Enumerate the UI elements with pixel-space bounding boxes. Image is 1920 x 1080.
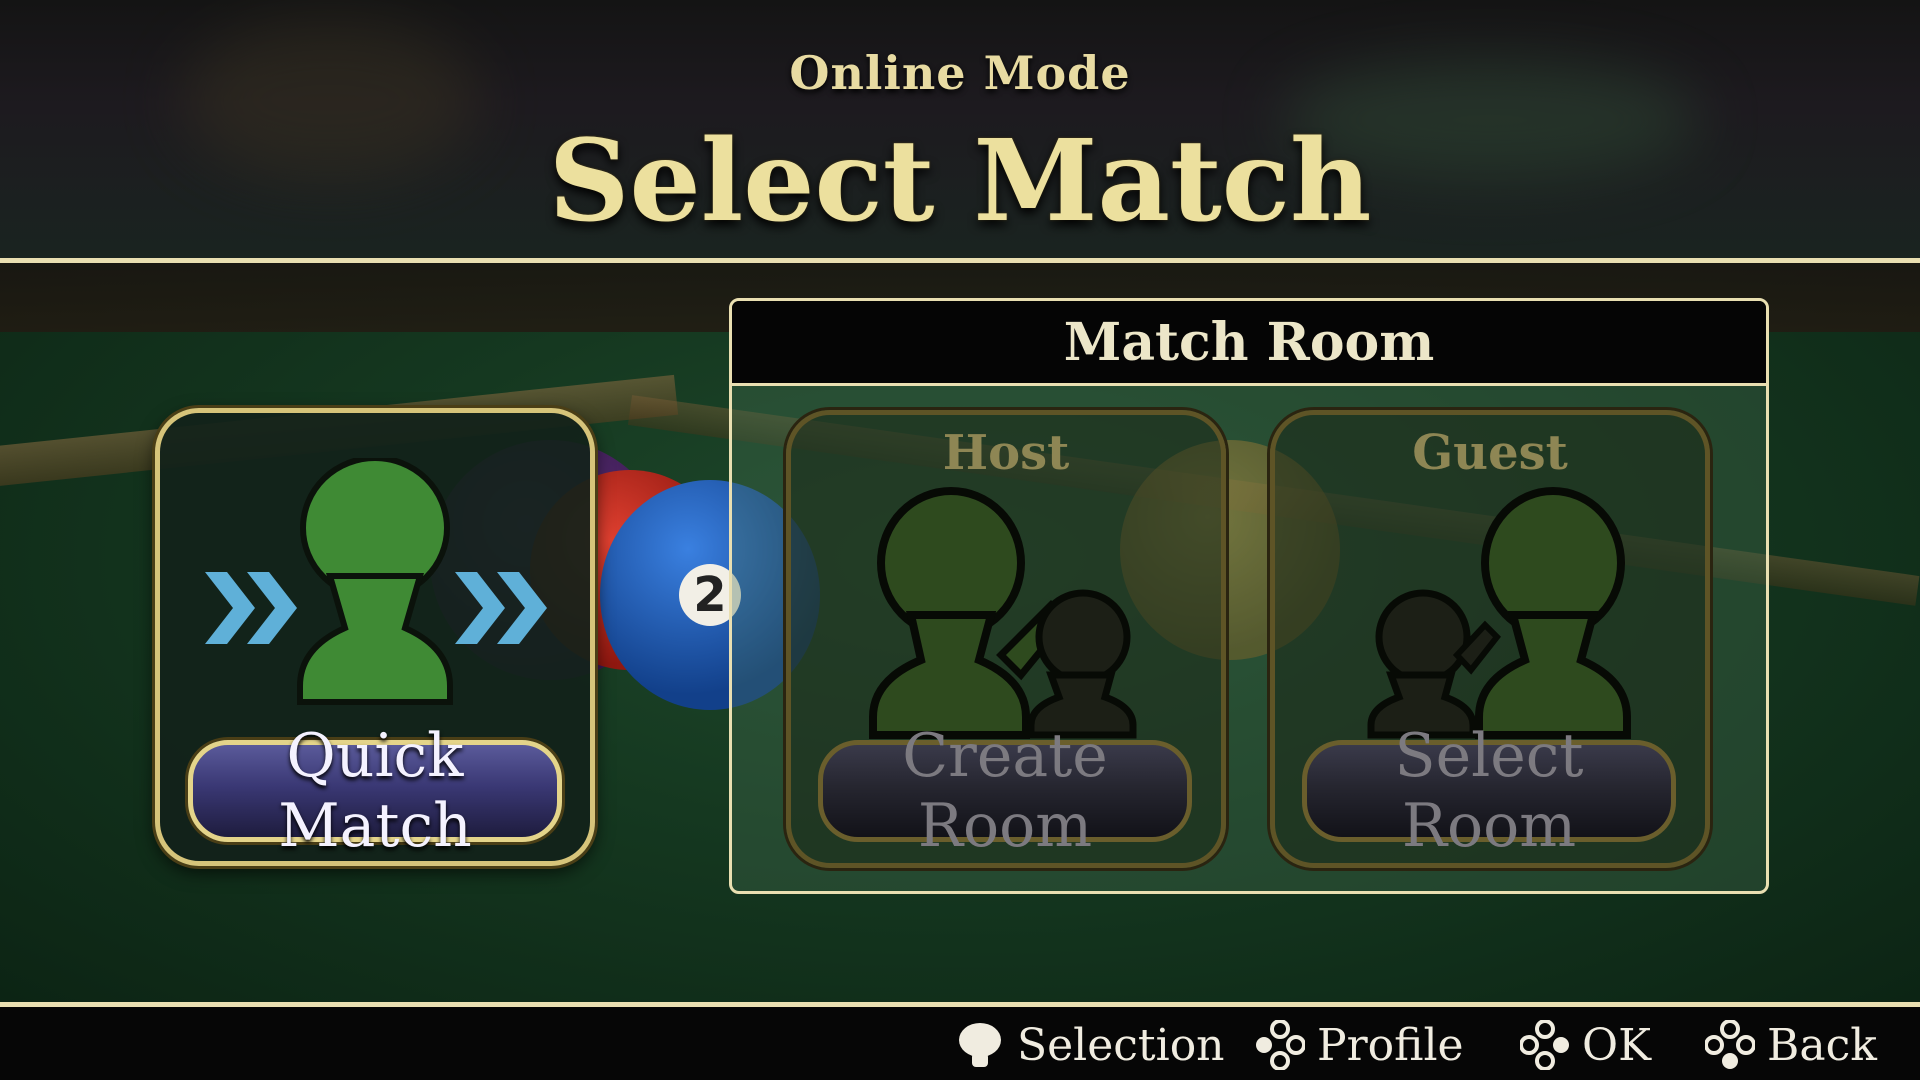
match-room-title: Match Room	[732, 301, 1766, 386]
header: Online Mode Select Match	[0, 0, 1920, 262]
hint-selection: Selection	[955, 1012, 1225, 1078]
mode-subtitle: Online Mode	[789, 46, 1131, 100]
create-room-button[interactable]: Create Room	[818, 721, 1192, 861]
guest-label: Guest	[1412, 425, 1568, 481]
host-label: Host	[942, 425, 1070, 481]
buttons-icon	[1705, 1020, 1755, 1069]
hint-selection-label: Selection	[1017, 1019, 1225, 1071]
header-divider	[0, 258, 1920, 263]
guest-players-icon	[1367, 487, 1631, 739]
buttons-icon	[1520, 1020, 1569, 1070]
buttons-icon	[1256, 1020, 1305, 1070]
stick-icon	[959, 1023, 1001, 1067]
select-room-button[interactable]: Select Room	[1302, 721, 1676, 861]
chevron-right-icon	[455, 572, 547, 644]
page-title: Select Match	[548, 116, 1372, 247]
hint-back: Back	[1705, 1012, 1877, 1078]
hint-ok: OK	[1520, 1012, 1651, 1078]
hint-profile: Profile	[1255, 1012, 1464, 1078]
hint-back-label: Back	[1767, 1019, 1877, 1071]
hint-ok-label: OK	[1582, 1019, 1651, 1071]
single-player-icon	[297, 458, 453, 705]
host-players-icon	[869, 487, 1137, 739]
hint-profile-label: Profile	[1317, 1019, 1464, 1071]
quick-match-button[interactable]: Quick Match	[188, 721, 562, 861]
